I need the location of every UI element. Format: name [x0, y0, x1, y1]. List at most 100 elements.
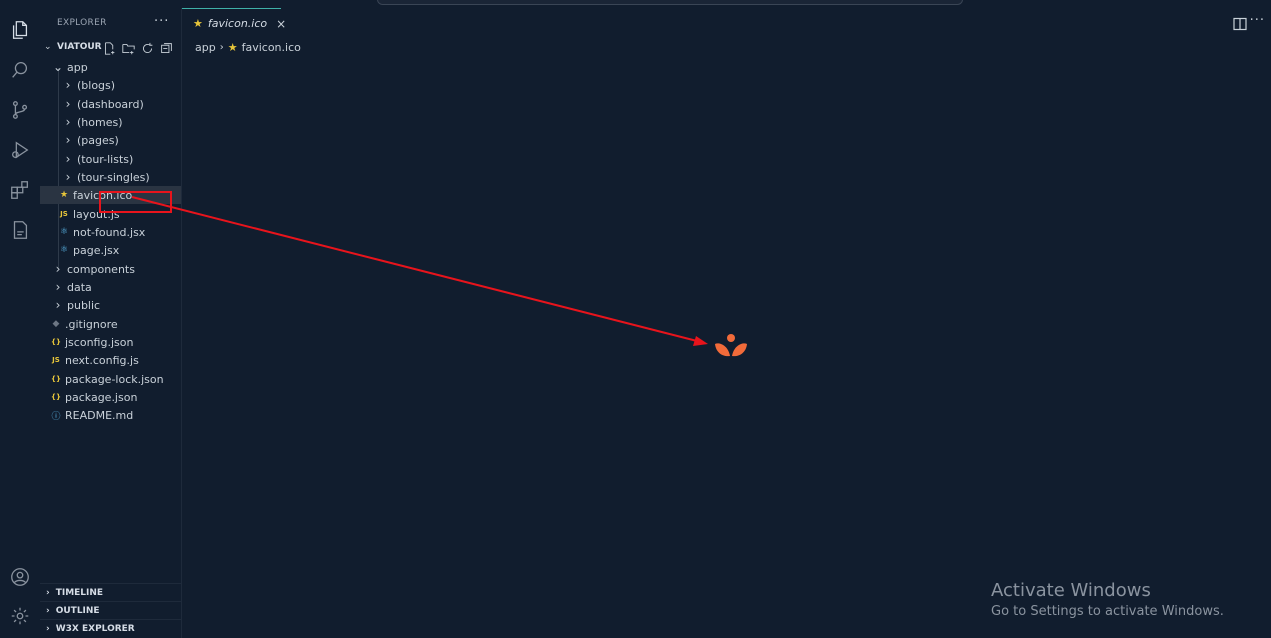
star-file-icon: ★: [193, 17, 203, 30]
tree-item[interactable]: › components: [40, 260, 181, 278]
tree-item-label: (dashboard): [77, 97, 144, 111]
tree-item-label: jsconfig.json: [65, 335, 134, 349]
w3x-explorer-panel-header[interactable]: › W3X EXPLORER: [40, 619, 181, 638]
tree-item-label: page.jsx: [73, 243, 120, 257]
editor-area: ★ favicon.ico × ··· app › ★ favicon.ico: [182, 8, 1271, 638]
tree-item[interactable]: ⌄ app: [40, 58, 181, 76]
tab-bar: ★ favicon.ico × ···: [182, 8, 1271, 38]
explorer-title: EXPLORER: [57, 18, 107, 28]
chevron-right-icon: ›: [55, 262, 61, 276]
tree-item[interactable]: › data: [40, 278, 181, 296]
tree-item[interactable]: › public: [40, 296, 181, 314]
tree-item-label: next.config.js: [65, 353, 139, 367]
new-file-icon[interactable]: [102, 41, 116, 55]
outline-panel-header[interactable]: › OUTLINE: [40, 601, 181, 620]
tree-item-label: package-lock.json: [65, 372, 164, 386]
tree-item[interactable]: {} package.json: [40, 388, 181, 406]
tree-item[interactable]: ⚛ not-found.jsx: [40, 223, 181, 241]
chevron-right-icon: ›: [65, 115, 71, 129]
tree-item-label: (pages): [77, 133, 119, 147]
chevron-right-icon: ›: [65, 152, 71, 166]
favicon-image-preview: [713, 332, 749, 360]
tree-item[interactable]: {} jsconfig.json: [40, 333, 181, 351]
collapse-all-icon[interactable]: [159, 41, 173, 55]
tree-item[interactable]: › (tour-singles): [40, 168, 181, 186]
chevron-right-icon: ›: [65, 170, 71, 184]
tree-item[interactable]: JS next.config.js: [40, 351, 181, 369]
tree-item-label: (homes): [77, 115, 123, 129]
split-editor-icon[interactable]: [1233, 16, 1247, 31]
chevron-right-icon: ›: [65, 133, 71, 147]
chevron-down-icon: ⌄: [44, 42, 52, 52]
more-actions-icon[interactable]: ···: [1250, 13, 1265, 28]
tree-item-label: components: [67, 262, 135, 276]
explorer-icon[interactable]: [8, 18, 32, 42]
react-file-icon: ⚛: [59, 245, 69, 255]
tree-item[interactable]: › (homes): [40, 113, 181, 131]
chevron-right-icon: ›: [65, 97, 71, 111]
api-file-icon[interactable]: [8, 218, 32, 242]
info-file-icon: ⓘ: [51, 411, 61, 422]
chevron-right-icon: ›: [65, 78, 71, 92]
js-file-icon: JS: [60, 210, 68, 218]
chevron-down-icon: ⌄: [52, 60, 64, 74]
react-file-icon: ⚛: [59, 227, 69, 237]
search-icon[interactable]: [8, 58, 32, 82]
tree-item-label: README.md: [65, 408, 134, 422]
explorer-more-icon[interactable]: ···: [154, 14, 169, 29]
breadcrumb-item-app[interactable]: app: [195, 41, 216, 54]
tree-item[interactable]: {} package-lock.json: [40, 370, 181, 388]
chevron-right-icon: ›: [46, 606, 50, 616]
chevron-right-icon: ›: [55, 280, 61, 294]
close-icon[interactable]: ×: [276, 17, 286, 31]
activity-bar: [0, 8, 41, 638]
tree-item[interactable]: › (pages): [40, 131, 181, 149]
chevron-right-icon: ›: [46, 624, 50, 634]
timeline-panel-header[interactable]: › TIMELINE: [40, 583, 181, 602]
tree-item-label: data: [67, 280, 92, 294]
project-name: VIATOUR: [57, 42, 102, 52]
watermark-title: Activate Windows: [991, 580, 1151, 601]
tab-label: favicon.ico: [207, 17, 268, 30]
tree-item-label: (blogs): [77, 78, 116, 92]
annotation-highlight-box: [99, 191, 172, 213]
tree-item-label: public: [67, 298, 101, 312]
tree-item[interactable]: › (dashboard): [40, 95, 181, 113]
tree-item-label: .gitignore: [65, 317, 118, 331]
json-file-icon: {}: [51, 393, 61, 401]
star-file-icon: ★: [59, 190, 69, 200]
js-file-icon: JS: [52, 356, 60, 364]
tree-item-label: package.json: [65, 390, 138, 404]
json-file-icon: {}: [51, 338, 61, 346]
tab-favicon[interactable]: ★ favicon.ico ×: [182, 8, 286, 38]
tree-item-label: (tour-lists): [77, 152, 134, 166]
breadcrumb-item-file[interactable]: favicon.ico: [242, 41, 301, 54]
tree-item[interactable]: ⓘ README.md: [40, 406, 181, 424]
tree-item-label: app: [67, 60, 88, 74]
tree-item[interactable]: › (tour-lists): [40, 150, 181, 168]
settings-gear-icon[interactable]: [8, 604, 32, 628]
tree-item-label: (tour-singles): [77, 170, 150, 184]
tree-item[interactable]: ⚛ page.jsx: [40, 241, 181, 259]
chevron-right-icon: ›: [55, 298, 61, 312]
tree-item[interactable]: ◆ .gitignore: [40, 315, 181, 333]
chevron-right-icon: ›: [46, 588, 50, 598]
activate-windows-watermark: Activate Windows Go to Settings to activ…: [991, 580, 1224, 619]
project-header[interactable]: ⌄ VIATOUR: [40, 41, 181, 57]
json-file-icon: {}: [51, 375, 61, 383]
account-icon[interactable]: [8, 565, 32, 589]
chevron-right-icon: ›: [219, 42, 224, 53]
breadcrumb: app › ★ favicon.ico: [195, 41, 301, 54]
tree-item-label: not-found.jsx: [73, 225, 146, 239]
star-file-icon: ★: [227, 41, 238, 54]
tree-item[interactable]: › (blogs): [40, 76, 181, 94]
source-control-icon[interactable]: [8, 98, 32, 122]
gitignore-file-icon: ◆: [52, 319, 60, 329]
watermark-subtitle: Go to Settings to activate Windows.: [991, 604, 1224, 619]
extensions-icon[interactable]: [8, 178, 32, 202]
run-debug-icon[interactable]: [8, 138, 32, 162]
explorer-sidebar: EXPLORER ··· ⌄ VIATOUR ⌄ app › (blogs) › (das…: [40, 8, 182, 638]
new-folder-icon[interactable]: [121, 41, 135, 55]
command-center[interactable]: [377, 0, 963, 5]
refresh-icon[interactable]: [140, 41, 154, 55]
